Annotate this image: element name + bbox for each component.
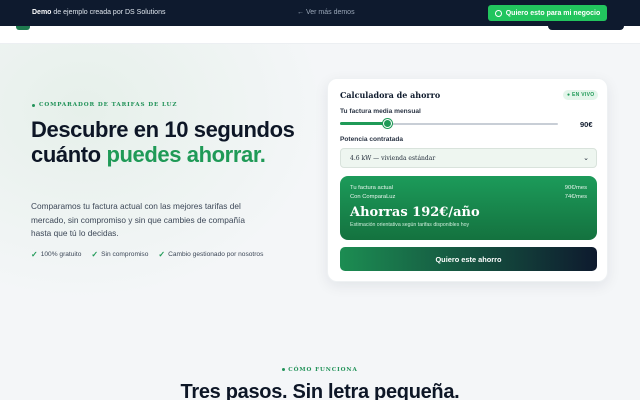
benefit-label: Sin compromiso bbox=[101, 251, 149, 258]
logo-icon[interactable] bbox=[16, 26, 30, 30]
benefit-label: Cambio gestionado por nosotros bbox=[168, 251, 264, 258]
bill-slider[interactable] bbox=[340, 119, 558, 128]
benefit-item: ✓ Sin compromiso bbox=[91, 250, 148, 259]
demo-bar: Demo de ejemplo creada por DS Solutions … bbox=[0, 0, 640, 26]
hero-subtitle: Comparamos tu factura actual con las mej… bbox=[31, 201, 245, 238]
want-this-button-label: Quiero esto para mi negocio bbox=[505, 9, 601, 17]
header-cta-button[interactable] bbox=[548, 26, 624, 30]
site-header bbox=[0, 26, 640, 44]
chevron-down-icon: ⌄ bbox=[583, 154, 589, 162]
hero-background bbox=[0, 44, 330, 304]
power-select[interactable]: 4.6 kW — vivienda estándar ⌄ bbox=[340, 148, 597, 168]
savings-headline: Ahorras 192€/año bbox=[350, 205, 480, 220]
power-select-value: 4.6 kW — vivienda estándar bbox=[350, 154, 436, 162]
eyebrow-dot-icon bbox=[282, 368, 286, 371]
benefit-label: 100% gratuito bbox=[40, 251, 82, 258]
savings-result-panel: Tu factura actual 90€/mes Con ComparaLuz… bbox=[340, 176, 597, 240]
current-bill-value: 90€/mes bbox=[564, 185, 587, 191]
want-this-button[interactable]: Quiero esto para mi negocio bbox=[488, 5, 607, 21]
bill-slider-fill bbox=[340, 122, 388, 125]
how-it-works-eyebrow-label: CÓMO FUNCIONA bbox=[288, 367, 358, 373]
hero-title-accent: puedes ahorrar. bbox=[106, 142, 266, 167]
bill-slider-thumb[interactable] bbox=[383, 119, 393, 128]
hero-eyebrow: COMPARADOR DE TARIFAS DE LUZ bbox=[32, 102, 177, 108]
check-icon: ✓ bbox=[158, 250, 166, 259]
check-icon: ✓ bbox=[31, 250, 38, 259]
hero-eyebrow-label: COMPARADOR DE TARIFAS DE LUZ bbox=[39, 102, 178, 108]
how-it-works-eyebrow: CÓMO FUNCIONA bbox=[0, 367, 640, 373]
bill-value: 90€ bbox=[580, 120, 593, 129]
more-demos-link[interactable]: ← Ver más demos bbox=[297, 9, 355, 16]
calculator-title: Calculadora de ahorro bbox=[340, 90, 441, 100]
new-bill-value: 74€/mes bbox=[564, 194, 587, 200]
bill-label: Tu factura media mensual bbox=[340, 108, 421, 115]
demo-text: Demo de ejemplo creada por DS Solutions bbox=[32, 9, 165, 16]
whatsapp-icon bbox=[494, 9, 502, 17]
new-bill-label: Con ComparaLuz bbox=[350, 194, 396, 200]
hero-title: Descubre en 10 segundos cuánto puedes ah… bbox=[31, 117, 321, 167]
benefits-list: ✓ 100% gratuito ✓ Sin compromiso ✓ Cambio g… bbox=[31, 250, 263, 259]
benefit-item: ✓ Cambio gestionado por nosotros bbox=[158, 250, 263, 259]
savings-note: Estimación orientativa según tarifas dis… bbox=[350, 222, 470, 228]
current-bill-label: Tu factura actual bbox=[350, 185, 393, 191]
how-it-works-title: Tres pasos. Sin letra pequeña. bbox=[180, 381, 460, 400]
check-icon: ✓ bbox=[91, 250, 99, 259]
current-bill-row: Tu factura actual 90€/mes bbox=[350, 185, 587, 191]
savings-calculator: Calculadora de ahorro ● EN VIVO Tu factu… bbox=[327, 78, 608, 282]
want-savings-button[interactable]: Quiero este ahorro bbox=[340, 247, 597, 271]
demo-brand: Demo bbox=[32, 9, 52, 16]
benefit-item: ✓ 100% gratuito bbox=[31, 250, 81, 259]
new-bill-row: Con ComparaLuz 74€/mes bbox=[350, 194, 587, 200]
live-badge: ● EN VIVO bbox=[563, 90, 599, 100]
power-label: Potencia contratada bbox=[340, 136, 404, 143]
eyebrow-dot-icon bbox=[32, 103, 35, 107]
demo-description: de ejemplo creada por DS Solutions bbox=[51, 9, 166, 16]
